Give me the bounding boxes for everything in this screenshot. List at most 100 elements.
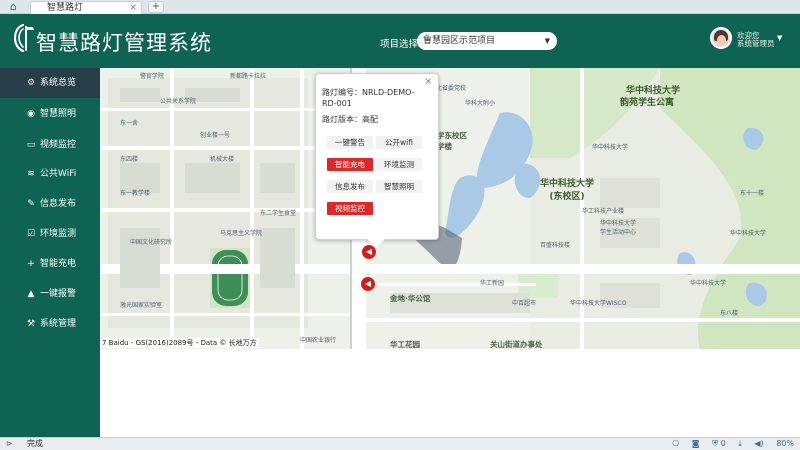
user-role: 系统管理员 [737,39,775,48]
popup-close-icon[interactable]: × [424,77,432,87]
publish-button[interactable]: 信息发布 [327,180,373,193]
wifi-icon: ≋ [27,169,35,179]
map-label: 东一舍 [120,120,139,127]
sidebar-item-label: 环境监测 [40,229,77,239]
camera-icon[interactable]: ◙ [692,439,700,448]
sidebar-item-video[interactable]: ▭ 视频监控 [0,130,100,160]
map-label: 东二学生食堂 [260,210,297,217]
map-label: 百盛科技楼 [540,242,571,249]
home-icon[interactable]: ⌂ [10,1,22,13]
project-select-value: 鲁慧园区示范项目 [423,36,496,46]
video-button[interactable]: 视频监控 [327,202,373,215]
map-label: 创业楼一号 [200,132,231,139]
map-label: 中国文化研究所 [130,239,173,246]
download-icon[interactable]: ⤓ [738,439,742,448]
browser-status-bar: ⊳ 完成 ⎔ ◙ ⛨ 0 ⤓ ◀) 80% [0,437,800,450]
map-label: 激光国家实验室 [120,302,163,309]
map-label-east-campus: 华中科技大学 (东校区) [540,179,595,202]
lighting-button[interactable]: 智慧照明 [376,180,422,193]
map-label: 东十一楼 [740,190,765,197]
map-label: 华工新园 [480,280,505,287]
sidebar-item-label: 视频监控 [40,140,77,150]
sidebar-item-label: 系统管理 [40,319,77,329]
zoom-level[interactable]: 80% [776,439,794,448]
sidebar-item-label: 信息发布 [40,199,77,209]
project-select-label: 项目选择 [380,39,419,50]
map-label: 东八楼 [720,310,739,317]
street-lamp-logo-icon [14,23,34,53]
charging-button[interactable]: 智能充电 [327,158,373,171]
sidebar-item-label: 智慧照明 [40,109,77,119]
sidebar-item-alarm[interactable]: ▲ 一键报警 [0,279,100,309]
sidebar-item-charging[interactable]: + 智能充电 [0,249,100,279]
map-label: 马克思主义学院 [220,230,263,237]
browser-tab-title: 智慧路灯 [47,3,84,13]
avatar[interactable] [710,27,732,49]
map-label: 新都路卡拉拉 [230,73,267,80]
monitor-icon: ▭ [26,140,36,150]
gear-icon: ⚙ [26,78,36,88]
browser-tab[interactable]: 智慧路灯 × [30,1,142,14]
map-label-east-college: 学东校区 学楼 [437,131,467,151]
sidebar-item-label: 智能充电 [40,259,77,269]
map-label-guanshan: 关山街道办事处 [490,340,543,349]
sidebar-item-wifi[interactable]: ≋ 公共WiFi [0,159,100,189]
project-select[interactable]: 鲁慧园区示范项目 ▼ [417,32,557,50]
map-label: 华科大附小 [465,100,496,107]
chevron-down-icon: ▼ [544,37,550,45]
map-label: 中百超市 [512,300,537,307]
map-label: 中国农业银行 [300,337,337,344]
plus-icon: + [27,259,35,269]
browser-tab-strip: ⌂ 智慧路灯 × + [0,0,800,14]
warning-icon: ▲ [27,289,35,299]
new-tab-button[interactable]: + [148,1,164,13]
user-welcome[interactable]: 欢迎您 系统管理员 [737,32,775,48]
sidebar-item-label: 系统总览 [40,78,77,88]
map-label: 华工科技产业楼 [582,208,625,215]
bulb-icon: ◉ [27,109,35,119]
map-label: 机械大楼 [210,156,235,163]
sidebar-item-label: 一键报警 [40,289,77,299]
lamp-id: 路灯编号：NRLD-DEMO-RD-001 [322,88,415,108]
map-label-sports: 华中科技大学 学生活动中心 [600,220,637,236]
sidebar-item-publish[interactable]: ✎ 信息发布 [0,189,100,219]
app-header: 智慧路灯管理系统 项目选择 鲁慧园区示范项目 ▼ 欢迎您 系统管理员 ▼ [0,14,800,68]
map-label: 东四楼 [120,156,139,163]
user-menu-caret-icon[interactable]: ▼ [777,34,782,42]
map-label: 华中科技大学 [730,230,767,237]
edit-icon: ✎ [27,199,35,209]
sidebar-item-label: 公共WiFi [40,169,77,179]
status-text: 完成 [27,439,43,448]
map-background [100,68,800,349]
checkbox-icon: ☑ [26,229,36,239]
map-label-yunyuan: 韵苑学生公寓 [620,98,675,108]
sidebar: ⚙ 系统总览 ◉ 智慧照明 ▭ 视频监控 ≋ 公共WiFi ✎ 信息发布 ☑ 环… [0,68,100,437]
alert-button[interactable]: 一键警告 [327,136,373,149]
map-label-jindi: 金地·华公馆 [390,294,431,303]
panel-icon[interactable]: ⊳ [6,438,13,450]
app-title: 智慧路灯管理系统 [36,31,212,55]
map-label: 警官学院 [140,73,165,80]
environment-button[interactable]: 环境监测 [376,158,422,171]
map-view[interactable]: 警官学院 新都路卡拉拉 公共关系学院 东一舍 创业楼一号 东四楼 机械大楼 东二… [100,68,800,349]
map-label: 东一教学楼 [120,190,151,197]
map-label: 公共关系学院 [160,98,197,105]
network-icon[interactable]: ⎔ [672,439,679,448]
wifi-button[interactable]: 公开wifi [376,136,422,149]
wrench-icon: ⚒ [26,319,36,329]
map-label: 华中科技大学 [592,144,629,151]
lamp-version: 路灯版本：高配 [322,115,378,124]
tab-close-icon[interactable]: × [129,2,137,14]
sidebar-item-system[interactable]: ⚒ 系统管理 [0,309,100,339]
sidebar-item-lighting[interactable]: ◉ 智慧照明 [0,99,100,129]
map-label: 华中科技大学 [690,280,727,287]
shield-count: 0 [720,439,726,448]
content-blank-area [100,349,800,437]
lamp-marker[interactable]: ◀ [360,276,376,292]
speaker-icon[interactable]: ◀) [754,439,763,448]
sidebar-item-overview[interactable]: ⚙ 系统总览 [0,68,100,98]
map-label-garden: 华工花园 [390,340,420,349]
sidebar-item-environment[interactable]: ☑ 环境监测 [0,219,100,249]
map-label: 华中科技大学WISCO [570,300,627,307]
shield-icon[interactable]: ⛨ 0 [712,439,726,448]
